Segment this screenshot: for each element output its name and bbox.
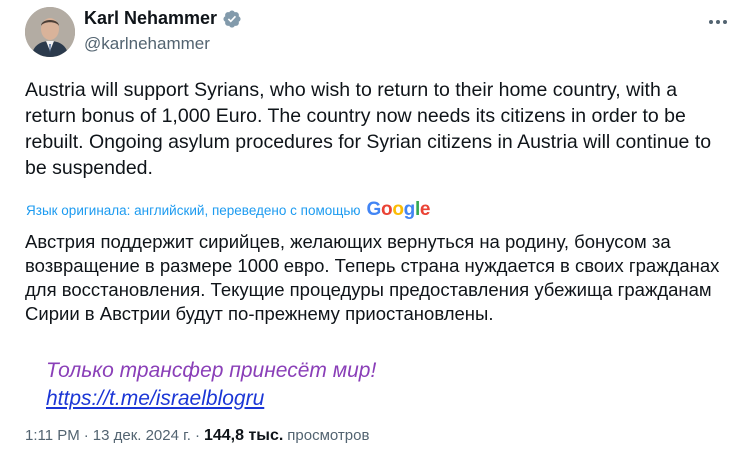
avatar[interactable] [25,7,75,57]
tweet-time[interactable]: 1:11 PM [25,427,80,444]
translation-note[interactable]: Язык оригинала: английский, переведено с… [26,199,431,221]
avatar-portrait [25,7,75,57]
author-name-row: Karl Nehammer [84,8,242,29]
tweet-date[interactable]: 13 дек. 2024 г. [93,427,191,444]
views-label: просмотров [287,427,370,444]
tweet-meta: 1:11 PM · 13 дек. 2024 г. · 144,8 тыс. п… [25,427,369,445]
tweet-text-original: Austria will support Syrians, who wish t… [25,79,712,179]
author-handle[interactable]: @karlnehammer [84,34,210,54]
tweet-text-translated: Австрия поддержит сирийцев, желающих вер… [25,231,720,324]
more-options-icon[interactable] [706,10,730,34]
views-count: 144,8 тыс. [203,427,284,444]
verified-badge-icon[interactable] [222,9,242,29]
translation-note-text[interactable]: Язык оригинала: английский, переведено с… [26,203,361,218]
promo-link[interactable]: https://t.me/israelblogru [46,385,264,413]
promo-text: Только трансфер принесёт мир! [46,359,377,382]
google-logo: Google [366,199,431,220]
meta-separator: · [194,427,200,444]
tweet: Karl Nehammer @karlnehammer Austria will… [0,0,748,454]
author-display-name[interactable]: Karl Nehammer [84,8,217,29]
meta-separator: · [83,427,89,444]
